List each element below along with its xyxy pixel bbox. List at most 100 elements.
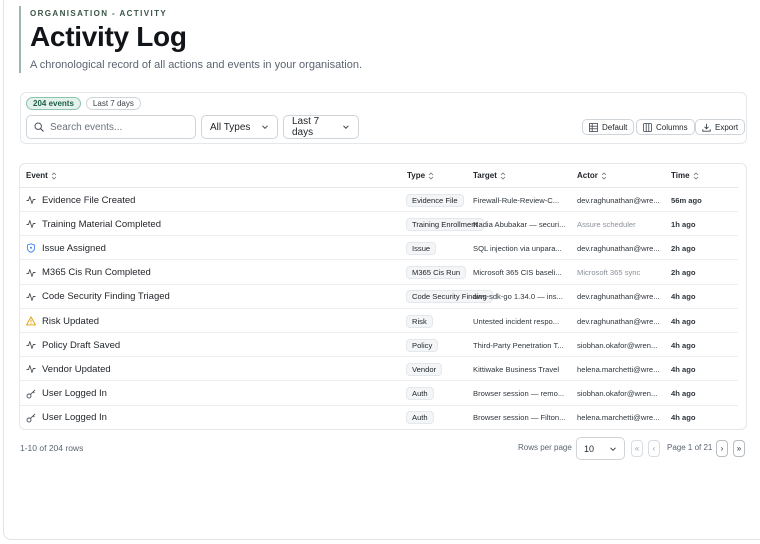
- target-cell: Kittiwake Business Travel: [473, 364, 560, 374]
- type-chip: Issue: [406, 241, 437, 255]
- time-cell: 4h ago: [671, 389, 696, 399]
- event-cell: Training Material Completed: [26, 212, 406, 236]
- last-page-button[interactable]: »: [733, 440, 745, 457]
- next-page-button[interactable]: ›: [716, 440, 728, 457]
- col-header-type[interactable]: Type: [407, 164, 434, 188]
- columns-button[interactable]: Columns: [636, 119, 695, 135]
- activity-icon: [26, 340, 36, 350]
- activity-icon: [26, 364, 36, 374]
- type-chip: M365 Cis Run: [406, 266, 467, 280]
- type-filter-value: All Types: [210, 121, 251, 133]
- type-chip: Auth: [406, 387, 434, 401]
- filter-badges: 204 events Last 7 days: [26, 97, 141, 110]
- sort-icon: [500, 172, 506, 180]
- range-filter-value: Last 7 days: [292, 116, 320, 138]
- event-name: Issue Assigned: [42, 242, 106, 254]
- event-cell: Evidence File Created: [26, 188, 406, 212]
- actor-cell: Assure scheduler: [577, 219, 636, 229]
- type-chip: Vendor: [406, 362, 443, 376]
- type-cell: Auth: [406, 382, 472, 406]
- default-view-label: Default: [602, 122, 628, 132]
- time-cell: 56m ago: [671, 195, 702, 205]
- event-cell: Policy Draft Saved: [26, 333, 406, 357]
- event-cell: Vendor Updated: [26, 357, 406, 381]
- time-cell: 2h ago: [671, 243, 696, 253]
- col-header-time[interactable]: Time: [671, 164, 699, 188]
- activity-table: Event Type Target Actor Time Evidence Fi…: [19, 163, 747, 430]
- list-icon: [589, 122, 598, 132]
- target-cell: Firewall-Rule-Review-C...: [473, 195, 560, 205]
- event-name: Code Security Finding Triaged: [42, 291, 170, 303]
- warning-icon: [26, 316, 36, 326]
- event-name: M365 Cis Run Completed: [42, 267, 151, 279]
- col-header-actor[interactable]: Actor: [577, 164, 607, 188]
- actor-cell: dev.raghunathan@wre...: [577, 316, 660, 326]
- export-button[interactable]: Export: [695, 119, 746, 135]
- sort-icon: [51, 172, 57, 180]
- type-chip: Evidence File: [406, 193, 464, 207]
- chevron-down-icon: [262, 125, 268, 130]
- page-info: Page 1 of 21: [667, 443, 713, 452]
- event-name: Policy Draft Saved: [42, 339, 121, 351]
- col-header-actor-label: Actor: [577, 171, 598, 180]
- target-cell: Browser session — Filton...: [473, 413, 566, 423]
- type-filter-select[interactable]: All Types: [201, 115, 278, 139]
- page-eyebrow: ORGANISATION - ACTIVITY: [30, 9, 168, 18]
- table-header: Event Type Target Actor Time: [20, 164, 738, 188]
- search-box[interactable]: [26, 115, 196, 139]
- actor-cell: dev.raghunathan@wre...: [577, 292, 660, 302]
- rows-per-page-select[interactable]: 10: [576, 437, 625, 460]
- type-chip: Policy: [406, 338, 439, 352]
- table-row[interactable]: Vendor Updated Vendor Kittiwake Business T…: [20, 357, 738, 382]
- sort-icon: [693, 172, 698, 180]
- rows-per-page-value: 10: [584, 443, 595, 454]
- type-cell: Policy: [406, 333, 472, 357]
- table-row[interactable]: Policy Draft Saved Policy Third-Party Pene…: [20, 333, 738, 358]
- time-cell: 2h ago: [671, 268, 696, 278]
- table-row[interactable]: Risk Updated Risk Untested incident respo.…: [20, 309, 738, 333]
- table-row[interactable]: User Logged In Auth Browser session — Filt…: [20, 406, 738, 429]
- target-cell: Microsoft 365 CIS baseli...: [473, 268, 562, 278]
- key-icon: [26, 413, 36, 423]
- target-cell: Third-Party Penetration T...: [473, 340, 564, 350]
- actor-cell: siobhan.okafor@wren...: [577, 389, 658, 399]
- type-chip: Risk: [406, 314, 433, 328]
- event-cell: User Logged In: [26, 406, 406, 429]
- col-header-event[interactable]: Event: [26, 164, 57, 188]
- default-view-button[interactable]: Default: [582, 119, 635, 135]
- event-cell: Code Security Finding Triaged: [26, 285, 406, 309]
- range-filter-select[interactable]: Last 7 days: [283, 115, 359, 139]
- time-cell: 4h ago: [671, 413, 696, 423]
- columns-icon: [643, 122, 652, 132]
- search-input[interactable]: [50, 121, 190, 133]
- key-icon: [26, 389, 36, 399]
- event-cell: Issue Assigned: [26, 236, 406, 260]
- actor-cell: helena.marchetti@wre...: [577, 364, 660, 374]
- page-title: Activity Log: [30, 21, 187, 52]
- type-cell: Auth: [406, 406, 472, 429]
- col-header-time-label: Time: [671, 171, 690, 180]
- table-row[interactable]: User Logged In Auth Browser session — remo…: [20, 382, 738, 406]
- table-row[interactable]: Training Material Completed Training Enro…: [20, 212, 738, 237]
- col-header-target[interactable]: Target: [473, 164, 506, 188]
- prev-page-button[interactable]: ‹: [648, 440, 660, 457]
- chevron-down-icon: [343, 125, 349, 129]
- type-cell: M365 Cis Run: [406, 261, 472, 285]
- activity-icon: [26, 268, 36, 278]
- table-row[interactable]: Evidence File Created Evidence File Firewa…: [20, 188, 738, 212]
- target-cell: Browser session — remo...: [473, 389, 565, 399]
- table-row[interactable]: Issue Assigned Issue SQL injection via unp…: [20, 236, 738, 261]
- sort-icon: [601, 172, 607, 180]
- actor-cell: dev.raghunathan@wre...: [577, 243, 660, 253]
- page-subtitle: A chronological record of all actions an…: [30, 59, 363, 71]
- time-cell: 4h ago: [671, 340, 696, 350]
- columns-label: Columns: [656, 122, 688, 132]
- event-cell: M365 Cis Run Completed: [26, 261, 406, 285]
- table-row[interactable]: Code Security Finding Triaged Code Securi…: [20, 285, 738, 309]
- time-cell: 4h ago: [671, 364, 696, 374]
- table-row[interactable]: M365 Cis Run Completed M365 Cis Run Micros…: [20, 261, 738, 285]
- sort-icon: [428, 172, 434, 180]
- first-page-button[interactable]: «: [631, 440, 643, 457]
- type-cell: Risk: [406, 309, 472, 333]
- type-cell: Issue: [406, 236, 472, 260]
